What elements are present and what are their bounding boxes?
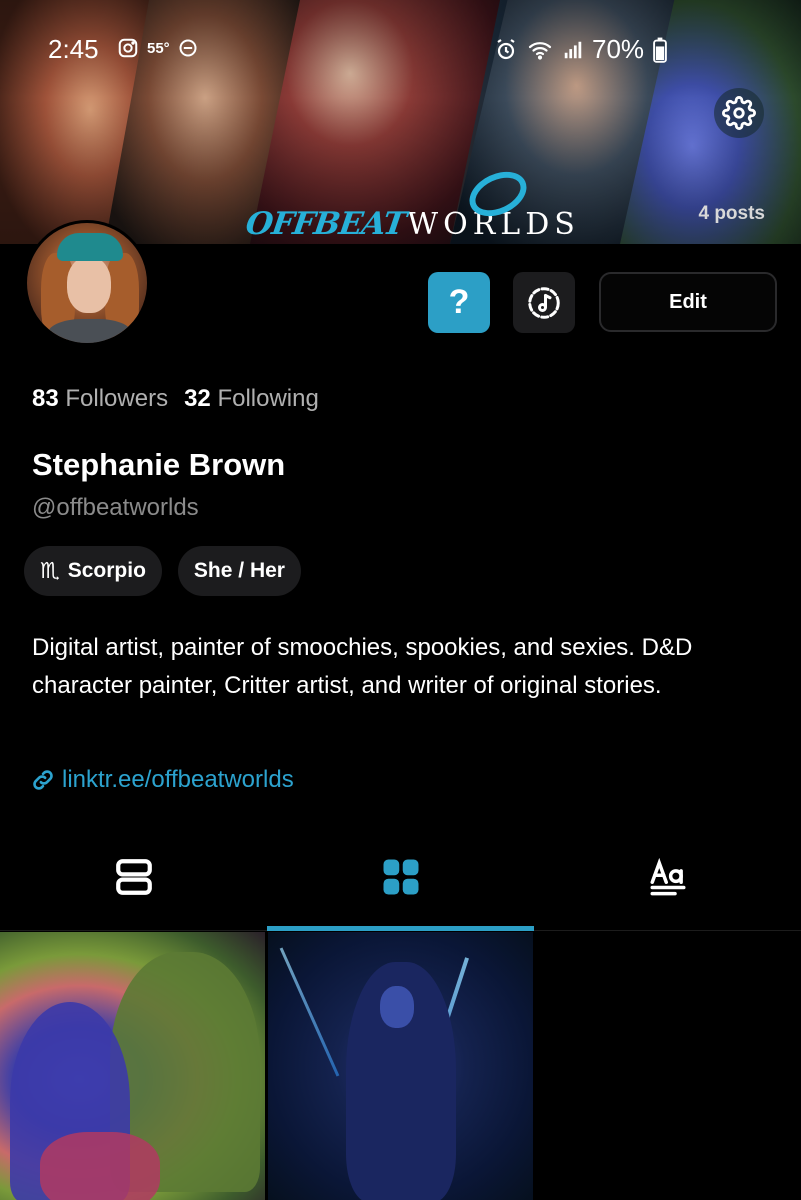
status-left-icons: 55°: [117, 37, 198, 59]
avatar-face: [67, 257, 111, 313]
artwork-face: [380, 986, 414, 1028]
banner-logo: OFFBEAT WORLDS: [243, 163, 580, 242]
list-view-icon: [115, 859, 152, 895]
status-temperature: 55°: [147, 39, 170, 57]
grid-view-icon: [383, 859, 418, 895]
music-button[interactable]: [513, 272, 575, 333]
profile-bio: Digital artist, painter of smoochies, sp…: [32, 634, 693, 699]
avatar-shirt: [47, 319, 133, 343]
display-name: Stephanie Brown: [32, 447, 286, 482]
followers-count: 83: [32, 385, 59, 412]
profile-link-text: linktr.ee/offbeatworlds: [62, 766, 294, 793]
scorpio-icon: ♏: [40, 558, 60, 584]
status-bar: 2:45 55° 70%: [0, 34, 801, 68]
tab-list-view[interactable]: [0, 826, 267, 928]
tab-text-posts[interactable]: [534, 826, 801, 928]
username-handle: @offbeatworlds: [32, 494, 199, 521]
following-link[interactable]: 32 Following: [184, 385, 319, 413]
followers-link[interactable]: 83 Followers: [32, 385, 168, 413]
battery-icon: [653, 37, 667, 63]
pronouns-label: She / Her: [193, 559, 285, 582]
profile-tags: ♏ Scorpio She / Her: [24, 546, 301, 596]
link-icon: [33, 770, 53, 790]
dnd-icon: [179, 39, 197, 57]
text-format-icon: [650, 857, 685, 896]
tab-grid-view[interactable]: [267, 826, 534, 928]
content-tabs: [0, 826, 801, 928]
active-tab-indicator: [267, 926, 534, 931]
gear-icon: [722, 96, 756, 130]
alarm-icon: [497, 38, 515, 59]
artwork-lightning: [279, 947, 340, 1077]
followers-label: Followers: [65, 385, 169, 412]
post-thumbnail[interactable]: [268, 932, 533, 1200]
wifi-icon: [528, 41, 552, 60]
settings-button[interactable]: [714, 88, 764, 138]
instagram-icon: [118, 38, 138, 58]
artwork-figure: [40, 1132, 160, 1200]
avatar[interactable]: [24, 220, 150, 346]
zodiac-chip[interactable]: ♏ Scorpio: [24, 546, 162, 596]
follow-stats: 83 Followers 32 Following: [32, 385, 319, 413]
post-thumbnail[interactable]: [0, 932, 265, 1200]
signal-icon: [564, 41, 582, 58]
status-battery-text: 70%: [592, 34, 645, 64]
help-button[interactable]: ?: [428, 272, 490, 333]
status-time: 2:45: [48, 34, 99, 64]
following-label: Following: [217, 385, 319, 412]
zodiac-label: Scorpio: [67, 559, 146, 582]
music-disc-icon: [528, 286, 560, 319]
posts-count: 4 posts: [698, 203, 765, 224]
logo-offbeat-text: OFFBEAT: [243, 206, 408, 242]
status-right-icons: 70%: [494, 34, 668, 65]
edit-profile-button[interactable]: Edit: [599, 272, 777, 332]
following-count: 32: [184, 385, 211, 412]
avatar-hat: [57, 233, 123, 261]
pronouns-chip[interactable]: She / Her: [177, 546, 301, 596]
profile-link[interactable]: linktr.ee/offbeatworlds: [30, 766, 294, 794]
